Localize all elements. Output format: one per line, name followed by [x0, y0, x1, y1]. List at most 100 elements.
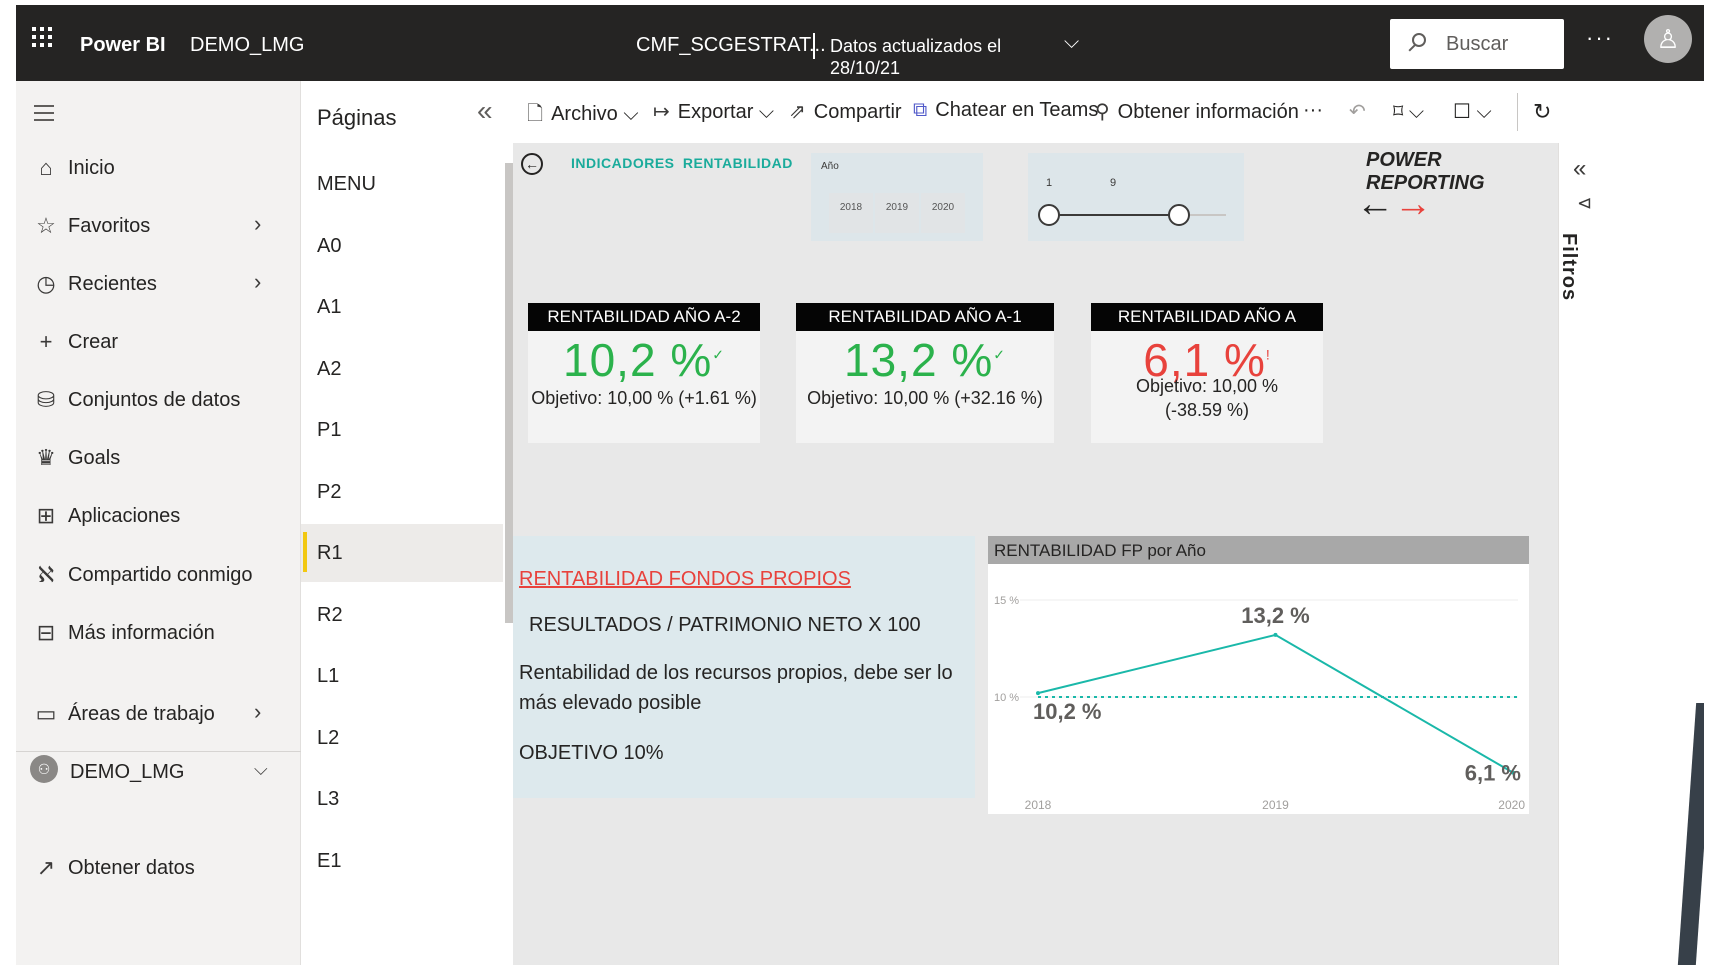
view-icon[interactable]: ☐ ⌵	[1453, 99, 1492, 124]
refresh-icon[interactable]: ↻	[1533, 99, 1551, 125]
kpi-objective-delta: (-38.59 %)	[1164, 400, 1250, 420]
updated-line-1: Datos actualizados el	[830, 36, 1002, 56]
plus-icon: +	[39, 329, 53, 354]
definition-textbox: RENTABILIDAD FONDOS PROPIOS RESULTADOS /…	[513, 536, 975, 798]
check-icon: ✓	[993, 346, 1006, 363]
home-icon: ⌂	[39, 155, 53, 180]
chevron-down-icon: ⌵	[758, 101, 775, 123]
hamburger-menu-icon[interactable]	[34, 105, 54, 126]
page-item[interactable]: A1	[301, 278, 503, 336]
nav-item-obtener-datos[interactable]: ↗ Obtener datos	[16, 845, 301, 889]
chevron-down-icon: ⌵	[623, 103, 639, 125]
page-item[interactable]: MENU	[301, 155, 503, 213]
page-item[interactable]: R2	[301, 586, 503, 644]
range-min-handle[interactable]	[1038, 204, 1060, 226]
back-icon[interactable]: ←	[521, 153, 543, 175]
search-box[interactable]: Buscar	[1390, 19, 1564, 69]
kpi-card-a1[interactable]: RENTABILIDAD AÑO A-1 13,2 %✓ Objetivo: 1…	[796, 303, 1054, 443]
teams-icon: ⧉	[913, 99, 928, 121]
database-icon: ⛁	[36, 387, 56, 412]
page-item[interactable]: L2	[301, 709, 503, 767]
page-item[interactable]: R1	[301, 524, 503, 582]
kpi-card-a2[interactable]: RENTABILIDAD AÑO A-2 10,2 %✓ Objetivo: 1…	[528, 303, 760, 443]
page-label: A1	[317, 296, 342, 318]
arrow-icon: ↗	[36, 855, 56, 880]
undo-icon[interactable]: ↶	[1349, 99, 1366, 124]
year-option[interactable]: 2019	[875, 193, 919, 233]
collapse-filters-icon[interactable]: «	[1573, 155, 1586, 183]
check-icon: ✓	[712, 346, 725, 363]
year-option[interactable]: 2020	[921, 193, 965, 233]
pages-scrollbar[interactable]	[505, 163, 513, 623]
range-max-label: 9	[1110, 177, 1117, 189]
chart-plot: 15 % 10 % 10,2 % 13,2 % 6,1 % 2018 2019 2020	[994, 595, 1525, 812]
nav-label: Aplicaciones	[68, 505, 181, 527]
page-item[interactable]: E1	[301, 832, 503, 890]
nav-item-aplicaciones[interactable]: ⊞ Aplicaciones	[16, 493, 301, 537]
app-launcher-icon[interactable]	[30, 25, 54, 49]
y-tick-label: 15 %	[994, 595, 1019, 607]
data-updated-text: Datos actualizados el 28/10/21	[830, 35, 1010, 79]
data-label: 10,2 %	[1033, 699, 1102, 724]
x-tick-label: 2020	[1498, 798, 1525, 812]
nav-item-inicio[interactable]: ⌂ Inicio	[16, 145, 301, 189]
workspaces-icon: ▭	[35, 701, 57, 726]
toolbar-more-icon[interactable]: ···	[1303, 99, 1323, 122]
lightbulb-icon: ⚲	[1095, 101, 1110, 123]
nav-label: Recientes	[68, 273, 157, 295]
report-name[interactable]: CMF_SCGESTRAT...	[636, 34, 826, 57]
workspace-name[interactable]: DEMO_LMG	[190, 34, 304, 57]
page-item[interactable]: P2	[301, 463, 503, 521]
file-label: Archivo	[551, 103, 618, 125]
arrow-left-icon[interactable]: ←	[1356, 183, 1394, 225]
nav-item-goals[interactable]: ♛ Goals	[16, 435, 301, 479]
year-option[interactable]: 2018	[829, 193, 873, 233]
kpi-card-a[interactable]: RENTABILIDAD AÑO A 6,1 %! Objetivo: 10,0…	[1091, 303, 1323, 443]
nav-item-workspace[interactable]: ⚇ DEMO_LMG ⌵	[16, 749, 301, 793]
teams-chat-button[interactable]: ⧉ Chatear en Teams	[913, 99, 1098, 122]
nav-item-compartido[interactable]: ℵ Compartido conmigo	[16, 552, 301, 596]
export-menu-button[interactable]: ↦ Exportar ⌵	[653, 99, 774, 124]
search-icon	[1412, 33, 1426, 47]
get-insights-button[interactable]: ⚲ Obtener información	[1095, 99, 1299, 124]
nav-item-conjuntos[interactable]: ⛁ Conjuntos de datos	[16, 377, 301, 421]
arrow-right-icon[interactable]: →	[1394, 183, 1432, 225]
bookmark-icon[interactable]: ⌑ ⌵	[1393, 99, 1424, 124]
updated-line-2: 28/10/21	[830, 58, 901, 78]
nav-item-favoritos[interactable]: ☆ Favoritos ›	[16, 203, 301, 247]
apps-icon: ⊞	[36, 503, 56, 528]
report-toolbar: 🗋 Archivo ⌵ ↦ Exportar ⌵ ⇗ Compartir ⧉ Chate…	[513, 81, 1704, 143]
kpi-value: 13,2 %✓	[796, 333, 1054, 387]
definition-heading[interactable]: RENTABILIDAD FONDOS PROPIOS	[519, 568, 851, 591]
kpi-title: RENTABILIDAD AÑO A-1	[796, 303, 1054, 331]
page-item[interactable]: A2	[301, 340, 503, 398]
definition-formula: RESULTADOS / PATRIMONIO NETO X 100	[529, 614, 921, 636]
page-item[interactable]: L1	[301, 647, 503, 705]
nav-item-crear[interactable]: + Crear	[16, 319, 301, 363]
filters-pane: « ⊲ Filtros	[1558, 143, 1704, 965]
nav-item-mas-informacion[interactable]: ⊟ Más información	[16, 610, 301, 654]
definition-description: Rentabilidad de los recursos propios, de…	[519, 662, 953, 714]
file-menu-button[interactable]: 🗋 Archivo ⌵	[527, 99, 639, 133]
page-item[interactable]: L3	[301, 770, 503, 828]
left-navigation: ⌂ Inicio ☆ Favoritos › ◷ Recientes › + C…	[16, 81, 301, 965]
x-tick-label: 2018	[1025, 798, 1052, 812]
filters-label[interactable]: Filtros	[1557, 233, 1580, 301]
brand-label[interactable]: Power BI	[80, 34, 166, 57]
share-button[interactable]: ⇗ Compartir	[789, 99, 902, 124]
page-item[interactable]: P1	[301, 401, 503, 459]
chevron-down-icon[interactable]: ⌵	[1064, 31, 1079, 54]
more-options-icon[interactable]: ···	[1586, 25, 1614, 51]
nav-item-recientes[interactable]: ◷ Recientes ›	[16, 261, 301, 305]
kpi-objective: Objetivo: 10,00 % (+1.61 %)	[531, 388, 757, 408]
range-max-handle[interactable]	[1168, 204, 1190, 226]
page-label: L3	[317, 788, 340, 810]
nav-item-areas-trabajo[interactable]: ▭ Áreas de trabajo ›	[16, 691, 301, 735]
filter-funnel-icon[interactable]: ⊲	[1577, 193, 1592, 214]
rentabilidad-line-chart[interactable]: RENTABILIDAD FP por Año 15 % 10 % 10,2 % 13…	[988, 536, 1529, 814]
page-item[interactable]: A0	[301, 217, 503, 275]
collapse-pages-icon[interactable]: «	[477, 95, 493, 127]
clock-icon: ◷	[36, 271, 56, 296]
title-divider	[813, 33, 815, 59]
account-avatar[interactable]: ♙	[1644, 15, 1692, 63]
